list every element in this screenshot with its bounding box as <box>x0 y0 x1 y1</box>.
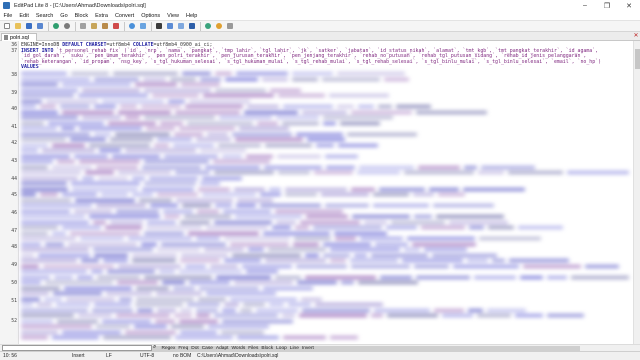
line-number: 45 <box>11 193 17 198</box>
tab-bar: polri.sql <box>0 32 640 41</box>
find-option-adapt[interactable]: Adapt <box>214 346 230 351</box>
find-option-freq[interactable]: Freq <box>177 346 190 351</box>
find-option-dot[interactable]: Dot <box>190 346 200 351</box>
menu-go[interactable]: Go <box>57 13 71 19</box>
close-window-button[interactable]: ✕ <box>618 0 640 11</box>
status-bar: 10: 56 Insert LF UTF-8 no BOM C:\Users\A… <box>0 351 640 360</box>
editor-area[interactable]: 36 37 38 39 40 41 42 43 44 45 46 47 48 4… <box>0 41 640 344</box>
clock-icon[interactable] <box>214 22 223 31</box>
delete-icon[interactable] <box>111 22 120 31</box>
code-line-37-wrap-3: VALUES <box>21 64 39 70</box>
line-number: 41 <box>11 125 17 130</box>
line-number: 50 <box>11 281 17 286</box>
new-file-icon[interactable] <box>2 22 11 31</box>
line-number: 47 <box>11 229 17 234</box>
menu-convert[interactable]: Convert <box>111 13 137 19</box>
find-option-loop[interactable]: Loop <box>275 346 289 351</box>
menu-file[interactable]: File <box>0 13 16 19</box>
menu-extra[interactable]: Extra <box>92 13 112 19</box>
bom-status[interactable]: no BOM <box>173 353 191 359</box>
find-option-files[interactable]: Files <box>247 346 260 351</box>
find-icon[interactable] <box>127 22 136 31</box>
find-option-regex[interactable]: Regex <box>160 346 177 351</box>
window-title: EditPad Lite 8 - [C:\Users\Ahmad\Downloa… <box>14 2 146 9</box>
encoding[interactable]: UTF-8 <box>140 353 154 359</box>
line-number: 38 <box>11 73 17 78</box>
replace-icon[interactable] <box>138 22 147 31</box>
line-number: 46 <box>11 211 17 216</box>
word-wrap-icon[interactable] <box>165 22 174 31</box>
settings-icon[interactable] <box>225 22 234 31</box>
line-number: 44 <box>11 177 17 182</box>
redacted-code-region <box>21 71 633 341</box>
file-path: C:\Users\Ahmad\Downloads\polri.sql <box>197 353 279 359</box>
close-tab-button[interactable]: ✕ <box>632 32 640 41</box>
code-line-37-wrap-2: `rehab_keterangan`, `id_propam`, `nsg_ke… <box>21 58 602 65</box>
title-bar: EditPad Lite 8 - [C:\Users\Ahmad\Downloa… <box>0 0 640 11</box>
menu-bar: File Edit Search Go Block Extra Convert … <box>0 11 640 20</box>
find-option-invert[interactable]: Invert <box>300 346 315 351</box>
line-number: 40 <box>11 107 17 112</box>
find-option-line[interactable]: Line <box>288 346 300 351</box>
search-icon[interactable]: ⌕ <box>153 344 160 351</box>
maximize-button[interactable]: ❐ <box>596 0 618 11</box>
line-number: 52 <box>11 319 17 324</box>
minimize-button[interactable]: – <box>574 0 596 11</box>
find-option-block[interactable]: Block <box>260 346 275 351</box>
vertical-scrollbar[interactable] <box>633 41 640 344</box>
line-number: 49 <box>11 263 17 268</box>
toolbar <box>0 20 640 32</box>
line-number: 37 <box>11 48 17 54</box>
file-icon <box>4 35 8 40</box>
menu-help[interactable]: Help <box>183 13 201 19</box>
open-file-icon[interactable] <box>13 22 22 31</box>
menu-view[interactable]: View <box>164 13 183 19</box>
menu-block[interactable]: Block <box>71 13 91 19</box>
menu-edit[interactable]: Edit <box>16 13 32 19</box>
save-icon[interactable] <box>24 22 33 31</box>
line-break-type[interactable]: LF <box>106 353 112 359</box>
line-number-gutter: 36 37 38 39 40 41 42 43 44 45 46 47 48 4… <box>0 41 19 344</box>
undo-icon[interactable] <box>51 22 60 31</box>
tab-polri-sql[interactable]: polri.sql <box>1 33 37 41</box>
tab-label: polri.sql <box>10 34 29 41</box>
save-all-icon[interactable] <box>35 22 44 31</box>
vertical-scroll-thumb[interactable] <box>635 49 640 69</box>
find-option-words[interactable]: Words <box>230 346 247 351</box>
line-number: 39 <box>11 91 17 96</box>
block-icon[interactable] <box>154 22 163 31</box>
cut-icon[interactable] <box>78 22 87 31</box>
cursor-position: 10: 56 <box>3 353 17 359</box>
insert-mode[interactable]: Insert <box>72 353 85 359</box>
font-icon[interactable] <box>187 22 196 31</box>
menu-search[interactable]: Search <box>32 13 56 19</box>
copy-icon[interactable] <box>89 22 98 31</box>
menu-options[interactable]: Options <box>138 13 164 19</box>
column-icon[interactable] <box>176 22 185 31</box>
line-number: 42 <box>11 141 17 146</box>
toggle-icon[interactable] <box>203 22 212 31</box>
line-number: 51 <box>11 299 17 304</box>
redo-icon[interactable] <box>62 22 71 31</box>
find-option-case[interactable]: Case <box>200 346 214 351</box>
line-number: 48 <box>11 245 17 250</box>
paste-icon[interactable] <box>100 22 109 31</box>
line-number: 36 <box>11 43 17 48</box>
code-text: ENGINE=InnoDB DEFAULT CHARSET=utf8mb4 CO… <box>21 41 633 344</box>
app-icon <box>3 2 10 9</box>
line-number: 43 <box>11 159 17 164</box>
